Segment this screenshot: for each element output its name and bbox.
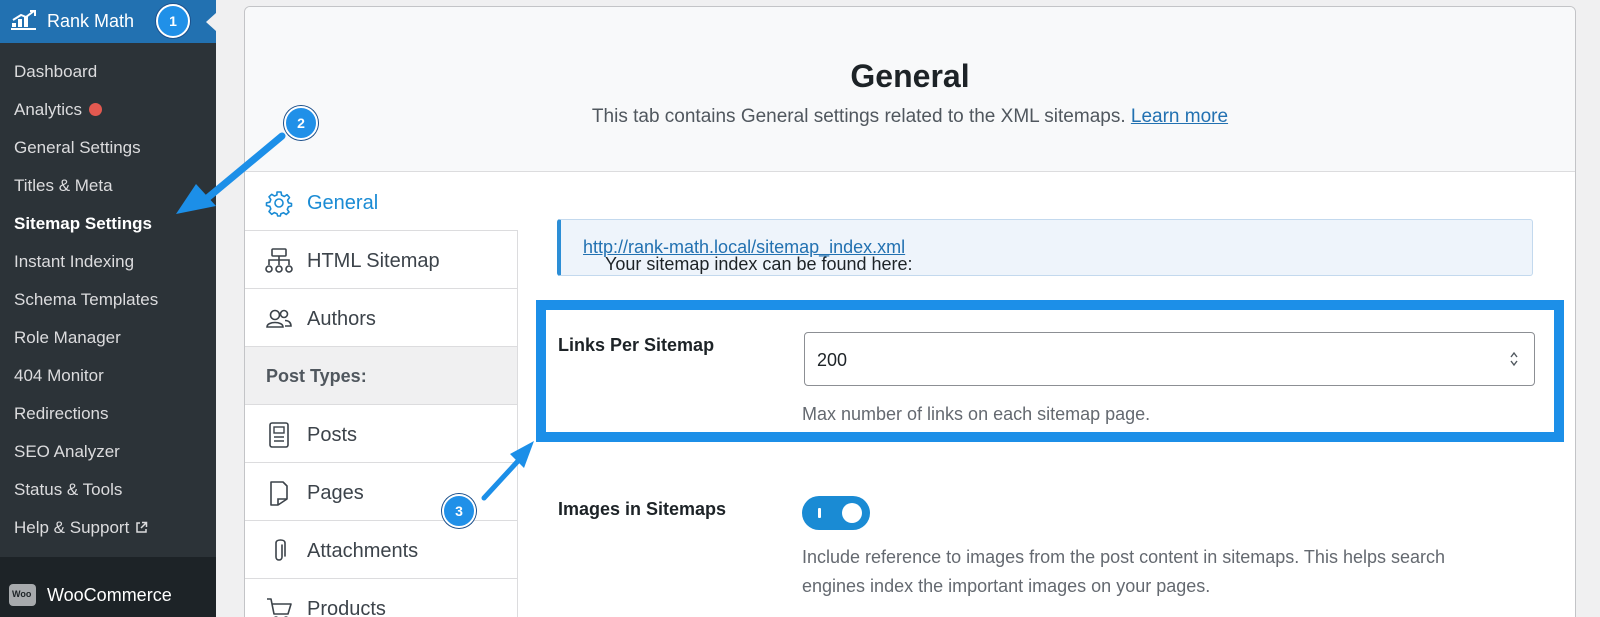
tab-label: Authors	[307, 308, 376, 330]
tab-label: General	[307, 192, 379, 214]
page-title: General	[850, 58, 970, 94]
sidebar-item-help-support[interactable]: Help & Support	[14, 518, 148, 538]
sidebar-item-status-tools[interactable]: Status & Tools	[14, 480, 122, 500]
post-types-group-label: Post Types:	[245, 347, 518, 405]
sidebar-item-instant-indexing[interactable]: Instant Indexing	[14, 252, 134, 272]
group-label: Post Types:	[266, 366, 367, 386]
images-in-sitemaps-toggle[interactable]	[802, 496, 870, 530]
gear-icon	[265, 191, 293, 217]
images-in-sitemaps-help: Include reference to images from the pos…	[802, 543, 1445, 601]
sidebar-item-titles-meta[interactable]: Titles & Meta	[14, 176, 113, 196]
sidebar-item-general-settings[interactable]: General Settings	[14, 138, 141, 158]
tab-label: Attachments	[307, 540, 419, 562]
woocommerce-icon: Woo	[9, 584, 36, 606]
tab-pages[interactable]: Pages	[245, 463, 518, 521]
admin-sidebar: Rank Math Dashboard Analytics General Se…	[0, 0, 216, 617]
sidebar-item-label: Analytics	[14, 100, 83, 119]
sidebar-item-seo-analyzer[interactable]: SEO Analyzer	[14, 442, 120, 462]
users-icon	[266, 309, 292, 328]
settings-tabs: General HTML Sitemap Authors Post Types:	[245, 173, 518, 617]
learn-more-link[interactable]: Learn more	[1131, 106, 1228, 127]
help-line-1: Include reference to images from the pos…	[802, 547, 1445, 567]
images-in-sitemaps-label: Images in Sitemaps	[558, 499, 727, 519]
sidebar-item-redirections[interactable]: Redirections	[14, 404, 109, 424]
notice-text-wrap: Your sitemap index can be found here: ht…	[583, 237, 913, 274]
sitemap-icon	[265, 248, 293, 273]
page-description: This tab contains General settings relat…	[245, 106, 1575, 128]
step-badge-3: 3	[442, 494, 476, 528]
sitemap-index-notice: Your sitemap index can be found here: ht…	[557, 219, 1533, 276]
tab-label: HTML Sitemap	[307, 250, 440, 272]
cart-icon	[267, 598, 292, 617]
notice-text: Your sitemap index can be found here:	[605, 254, 913, 274]
tab-label: Pages	[307, 482, 364, 504]
rank-math-title: Rank Math	[47, 11, 135, 31]
document-icon	[269, 422, 289, 448]
description-text: This tab contains General settings relat…	[591, 106, 1126, 127]
tab-authors[interactable]: Authors	[245, 289, 518, 347]
links-per-sitemap-input[interactable]: 200	[804, 332, 1535, 386]
input-value: 200	[817, 350, 848, 370]
toggle-on-indicator	[818, 508, 821, 518]
tab-label: Products	[307, 598, 386, 617]
sidebar-item-analytics[interactable]: Analytics	[14, 100, 103, 120]
paperclip-icon	[275, 539, 286, 561]
tab-posts[interactable]: Posts	[245, 405, 518, 463]
tab-general[interactable]: General	[245, 173, 518, 231]
sidebar-item-schema-templates[interactable]: Schema Templates	[14, 290, 158, 310]
sidebar-item-sitemap-settings[interactable]: Sitemap Settings	[14, 214, 152, 234]
sidebar-item-role-manager[interactable]: Role Manager	[14, 328, 121, 348]
step-badge-2: 2	[284, 106, 318, 140]
links-per-sitemap-help: Max number of links on each sitemap page…	[802, 404, 1151, 424]
sidebar-item-label: Help & Support	[14, 518, 130, 537]
sidebar-item-label: WooCommerce	[47, 585, 172, 605]
external-link-icon	[136, 521, 148, 533]
page-icon	[270, 481, 288, 506]
toggle-knob	[842, 503, 862, 523]
sidebar-item-woocommerce[interactable]: Woo WooCommerce	[0, 580, 216, 617]
tab-html-sitemap[interactable]: HTML Sitemap	[245, 231, 518, 289]
sidebar-item-404-monitor[interactable]: 404 Monitor	[14, 366, 104, 386]
tab-products[interactable]: Products	[245, 579, 518, 617]
help-line-2: engines index the important images on yo…	[802, 576, 1211, 596]
links-per-sitemap-label: Links Per Sitemap	[558, 335, 715, 355]
number-spinner-icon[interactable]	[1509, 350, 1519, 368]
notification-dot	[89, 103, 103, 116]
rank-math-logo-icon	[11, 10, 36, 30]
sidebar-item-dashboard[interactable]: Dashboard	[14, 62, 97, 82]
tab-attachments[interactable]: Attachments	[245, 521, 518, 579]
current-menu-arrow	[206, 13, 216, 31]
panel-header: General This tab contains General settin…	[245, 7, 1575, 172]
step-badge-1: 1	[156, 4, 190, 38]
tab-label: Posts	[307, 424, 358, 446]
